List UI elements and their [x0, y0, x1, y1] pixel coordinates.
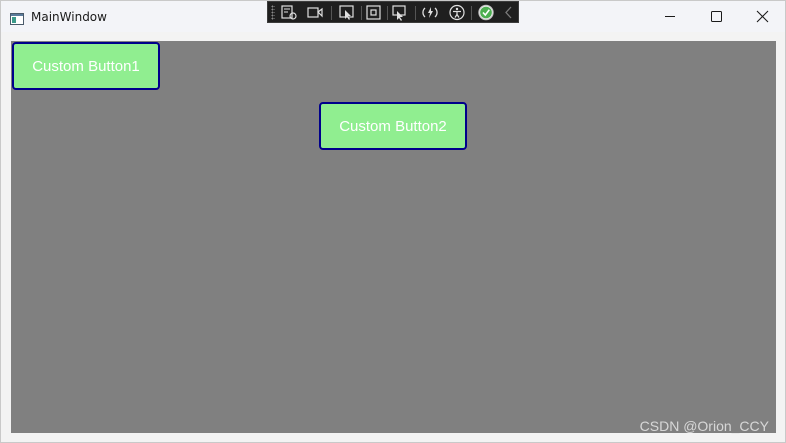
hot-reload-icon[interactable]	[421, 4, 439, 21]
close-icon	[739, 10, 785, 36]
close-button[interactable]	[739, 1, 785, 32]
binding-failures-check-icon[interactable]	[477, 4, 495, 21]
custom-button-1-label: Custom Button1	[32, 57, 140, 75]
debug-toolbar	[267, 1, 519, 23]
maximize-button[interactable]	[693, 1, 739, 32]
main-window: MainWindow Custom Button1 Custom Button2…	[0, 0, 786, 443]
record-video-icon[interactable]	[306, 4, 324, 21]
custom-button-2-label: Custom Button2	[339, 117, 447, 135]
title-bar[interactable]: MainWindow	[1, 1, 785, 32]
toolbar-separator	[415, 6, 416, 20]
minimize-button[interactable]	[647, 1, 693, 32]
watermark-text: CSDN @Orion_CCY	[639, 418, 769, 434]
custom-button-2[interactable]: Custom Button2	[319, 102, 467, 150]
custom-button-1[interactable]: Custom Button1	[12, 42, 160, 90]
track-focused-element-icon[interactable]	[391, 4, 409, 21]
maximize-icon	[693, 11, 739, 36]
toolbar-grip-icon[interactable]	[271, 5, 275, 20]
toolbar-separator	[331, 6, 332, 20]
window-content-area: Custom Button1 Custom Button2	[11, 41, 776, 433]
display-layout-adorners-icon[interactable]	[365, 4, 383, 21]
toolbar-separator	[471, 6, 472, 20]
select-element-icon[interactable]	[338, 4, 356, 21]
accessibility-icon[interactable]	[448, 4, 466, 21]
collapse-toolbar-chevron-icon[interactable]	[502, 4, 520, 21]
toolbar-separator	[361, 6, 362, 20]
minimize-icon	[647, 16, 693, 36]
live-visual-tree-icon[interactable]	[280, 4, 298, 21]
toolbar-separator	[387, 6, 388, 20]
window-title: MainWindow	[31, 10, 107, 24]
app-window-icon	[10, 10, 24, 25]
